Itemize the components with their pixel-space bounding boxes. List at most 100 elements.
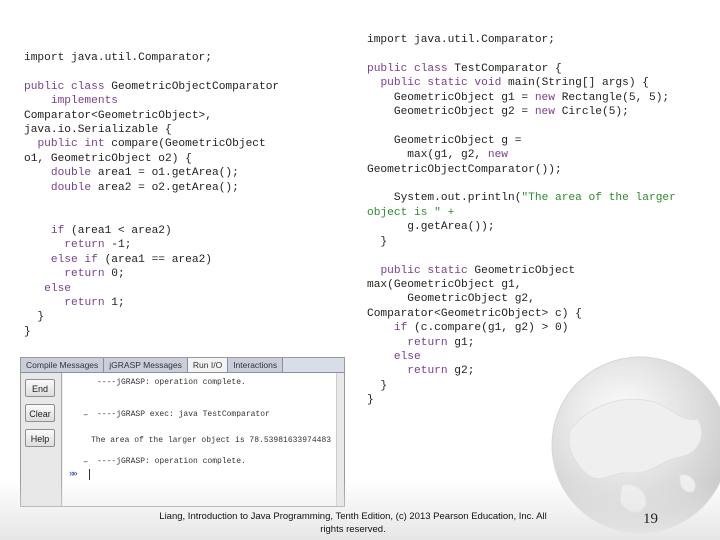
code-text: import java.util.Comparator; [24,52,212,64]
code-line: Comparator<GeometricObject> c) { [367,308,582,320]
code-keyword: new [487,149,509,162]
code-keyword: new [534,91,555,104]
code-text: area1 = o1.getArea(); [91,167,239,180]
code-text: Rectangle(5, 5); [555,91,670,104]
code-line: GeometricObject g1 = new Rectangle(5, 5)… [367,92,669,104]
console-line: The area of the larger object is 78.5398… [91,436,332,445]
code-text: GeometricObject g = [367,134,522,147]
code-line: g.getArea()); [367,221,495,234]
text-cursor [89,469,90,480]
code-text: GeometricObject g2 = [367,106,535,119]
console-line: ----jGRASP: operation complete. [97,457,246,466]
code-keyword: public class [24,80,105,93]
code-line: max(GeometricObject g1, [367,279,521,291]
code-text: Comparator<GeometricObject>, [24,109,212,122]
code-line: GeometricObjectComparator()); [367,164,562,176]
code-keyword: return [407,365,448,378]
tab-run-io[interactable]: Run I/O [187,358,229,372]
code-text: } [24,325,31,338]
code-text: max(g1, g2, [367,149,488,162]
code-line: } [367,394,374,406]
code-line: GeometricObject g2 = new Circle(5); [367,106,629,118]
code-line: return 0; [24,268,125,281]
code-line: return -1; [24,239,131,251]
code-text: main(String[] args) { [501,77,649,90]
code-line: double area1 = o1.getArea(); [24,167,239,179]
tab-jgrasp-messages[interactable]: jGRASP Messages [104,358,188,372]
end-button[interactable]: End [25,379,55,397]
code-text: java.io.Serializable { [24,124,172,137]
code-line: public static void main(String[] args) { [367,77,649,89]
code-keyword: else [44,282,72,295]
code-line: public class TestComparator { [367,63,562,75]
code-keyword: double [50,167,92,180]
code-line: import java.util.Comparator; [367,34,555,46]
code-line: if (c.compare(g1, g2) > 0) [367,322,569,335]
code-keyword: return [64,296,105,309]
code-keyword: implements [24,95,118,108]
code-text: GeometricObject g1 = [367,91,535,104]
code-line: GeometricObject g = [367,134,522,147]
code-line: if (area1 < area2) [24,225,172,237]
code-keyword: double [50,181,92,194]
code-text: TestComparator { [447,62,562,75]
footer-line: rights reserved. [320,524,386,535]
code-text: compare(GeometricObject [104,138,266,151]
code-keyword: if [50,224,65,237]
tab-compile-messages[interactable]: Compile Messages [21,358,105,372]
code-keyword: public int [37,138,105,151]
code-line: } [367,236,387,248]
code-text: (c.compare(g1, g2) > 0) [407,322,569,335]
code-keyword: else if [50,253,98,266]
code-text: 1; [104,296,125,309]
code-line: } [24,311,44,323]
code-text: (area1 == area2) [97,253,212,266]
code-line: implements [24,95,118,107]
code-line: max(g1, g2, new [367,149,508,161]
code-line: } [24,326,31,338]
code-text: -1; [104,239,132,252]
code-text: } [367,394,374,407]
code-line: double area2 = o2.getArea(); [24,182,239,194]
code-text: 0; [104,268,125,281]
code-text: max(GeometricObject g1, [367,278,522,291]
code-text: GeometricObject [467,264,576,277]
code-keyword: public class [367,62,448,75]
line-marker-icon: – [83,410,89,420]
console-line: ----jGRASP exec: java TestComparator [97,410,270,419]
code-line: GeometricObject g2, [367,293,535,305]
code-text: (area1 < area2) [64,224,172,237]
code-line: else [367,351,421,363]
input-prompt-icon: »» [69,469,78,479]
code-text: GeometricObjectComparator()); [367,163,562,176]
code-keyword: public static void [380,77,502,90]
code-text: g1; [447,336,475,349]
help-button[interactable]: Help [25,429,55,447]
code-line: else if (area1 == area2) [24,254,212,266]
console-tab-bar: Compile Messages jGRASP Messages Run I/O… [21,358,344,373]
code-text: Comparator<GeometricObject> c) { [367,307,582,320]
code-string: "The area of the larger [521,192,676,205]
code-line: } [367,380,387,392]
code-line: o1, GeometricObject o2) { [24,153,192,165]
clear-button[interactable]: Clear [25,404,55,422]
code-keyword: new [534,106,555,119]
code-text: g.getArea()); [367,221,495,234]
code-line: return g1; [367,337,474,349]
code-text: } [367,379,388,392]
footer-line: Liang, Introduction to Java Programming,… [159,511,547,522]
code-line: object is " + [367,207,454,219]
line-marker-icon: – [83,457,89,467]
code-keyword: public static [380,264,468,277]
tab-interactions[interactable]: Interactions [228,358,284,372]
code-text: area2 = o2.getArea(); [91,181,239,194]
code-line: java.io.Serializable { [24,124,172,136]
